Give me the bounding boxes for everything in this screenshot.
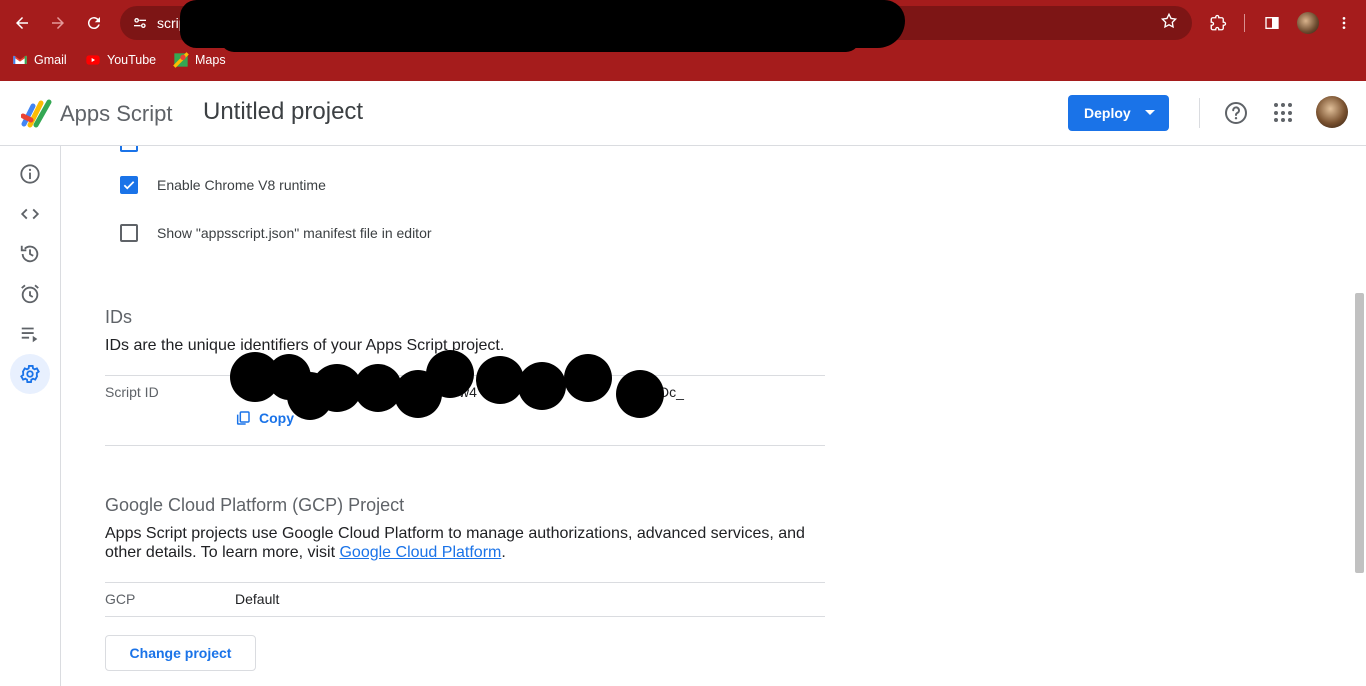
rail-item-editor[interactable] bbox=[10, 194, 50, 234]
account-avatar[interactable] bbox=[1316, 96, 1348, 128]
redaction bbox=[476, 356, 524, 404]
reload-button[interactable] bbox=[79, 8, 109, 38]
back-button[interactable] bbox=[7, 8, 37, 38]
maps-icon bbox=[173, 52, 189, 68]
rail-item-triggers[interactable] bbox=[10, 274, 50, 314]
app-header: Apps Script Untitled project Deploy bbox=[0, 81, 1366, 146]
brand-name: Apps Script bbox=[60, 101, 173, 126]
bookmarks-bar: Gmail YouTube Maps bbox=[0, 46, 1366, 76]
caret-down-icon bbox=[1145, 110, 1155, 115]
check-icon bbox=[123, 181, 135, 190]
youtube-icon bbox=[86, 55, 100, 65]
site-info-icon[interactable] bbox=[130, 13, 150, 33]
settings-panel: Enable Chrome V8 runtime Show "appsscrip… bbox=[62, 146, 1352, 686]
redaction bbox=[564, 354, 612, 402]
gmail-icon bbox=[12, 55, 28, 64]
left-nav-rail bbox=[0, 146, 61, 686]
bookmark-maps[interactable]: Maps bbox=[173, 52, 226, 68]
page-scrollbar[interactable] bbox=[1352, 146, 1366, 686]
scrollbar-thumb[interactable] bbox=[1355, 293, 1364, 573]
help-icon[interactable] bbox=[1224, 101, 1248, 125]
bookmark-star-icon[interactable] bbox=[1160, 12, 1178, 35]
browser-toolbar: scrip bbox=[0, 0, 1366, 52]
extensions-button[interactable] bbox=[1203, 8, 1233, 38]
more-vert-icon bbox=[1342, 17, 1346, 29]
rail-item-settings[interactable] bbox=[10, 354, 50, 394]
project-title[interactable]: Untitled project bbox=[203, 98, 363, 126]
divider bbox=[105, 445, 825, 446]
info-icon bbox=[20, 164, 40, 184]
change-project-button[interactable]: Change project bbox=[105, 635, 256, 671]
history-icon bbox=[20, 245, 39, 263]
executions-icon bbox=[21, 327, 38, 343]
manifest-row: Show "appsscript.json" manifest file in … bbox=[120, 224, 432, 242]
browser-menu-button[interactable] bbox=[1329, 8, 1359, 38]
bookmark-label: Gmail bbox=[34, 53, 67, 67]
redaction bbox=[426, 350, 474, 398]
browser-chrome: scrip Gmail YouTube Maps bbox=[0, 0, 1366, 81]
gear-icon bbox=[20, 365, 40, 383]
copy-icon bbox=[236, 411, 250, 425]
checkbox-partial-offscreen[interactable] bbox=[120, 146, 138, 152]
apps-grid-icon[interactable] bbox=[1274, 103, 1294, 123]
forward-button[interactable] bbox=[43, 8, 73, 38]
manifest-label: Show "appsscript.json" manifest file in … bbox=[157, 225, 432, 241]
deploy-label: Deploy bbox=[1084, 105, 1131, 121]
puzzle-icon bbox=[1210, 14, 1227, 31]
side-panel-icon bbox=[1265, 17, 1279, 29]
gcp-section-description: Apps Script projects use Google Cloud Pl… bbox=[105, 524, 825, 562]
gcp-section-title: Google Cloud Platform (GCP) Project bbox=[105, 495, 405, 515]
ids-section-description: IDs are the unique identifiers of your A… bbox=[105, 337, 505, 354]
divider bbox=[105, 582, 825, 583]
copy-script-id-button[interactable]: Copy bbox=[235, 410, 294, 426]
toolbar-divider bbox=[1244, 14, 1245, 32]
copy-label: Copy bbox=[259, 410, 294, 426]
bookmark-youtube[interactable]: YouTube bbox=[85, 52, 156, 68]
bookmark-gmail[interactable]: Gmail bbox=[12, 52, 67, 68]
address-bar[interactable]: scrip bbox=[120, 0, 1192, 52]
change-project-label: Change project bbox=[129, 645, 232, 661]
redaction bbox=[616, 370, 664, 418]
v8-runtime-label: Enable Chrome V8 runtime bbox=[157, 177, 326, 193]
apps-script-logo[interactable] bbox=[21, 98, 55, 128]
script-id-label: Script ID bbox=[105, 384, 159, 400]
side-panel-button[interactable] bbox=[1257, 8, 1287, 38]
manifest-checkbox[interactable] bbox=[120, 224, 138, 242]
rail-item-overview[interactable] bbox=[10, 154, 50, 194]
code-icon bbox=[20, 208, 40, 220]
browser-profile-avatar[interactable] bbox=[1297, 12, 1319, 34]
rail-item-executions[interactable] bbox=[10, 314, 50, 354]
bookmark-label: YouTube bbox=[107, 53, 157, 67]
header-divider bbox=[1199, 98, 1200, 128]
gcp-description-end: . bbox=[501, 544, 506, 561]
redaction bbox=[518, 362, 566, 410]
rail-item-history[interactable] bbox=[10, 234, 50, 274]
bookmark-label: Maps bbox=[195, 53, 226, 67]
v8-runtime-checkbox[interactable] bbox=[120, 176, 138, 194]
arrow-back-icon bbox=[16, 17, 28, 29]
ids-section-title: IDs bbox=[105, 307, 132, 327]
reload-icon bbox=[87, 17, 100, 30]
v8-runtime-row: Enable Chrome V8 runtime bbox=[120, 176, 326, 194]
alarm-icon bbox=[21, 284, 39, 304]
gcp-label: GCP bbox=[105, 591, 136, 607]
gcp-value: Default bbox=[235, 591, 280, 607]
gcp-link[interactable]: Google Cloud Platform bbox=[339, 544, 501, 561]
deploy-button[interactable]: Deploy bbox=[1068, 95, 1169, 131]
divider bbox=[105, 616, 825, 617]
arrow-forward-icon bbox=[52, 17, 64, 29]
